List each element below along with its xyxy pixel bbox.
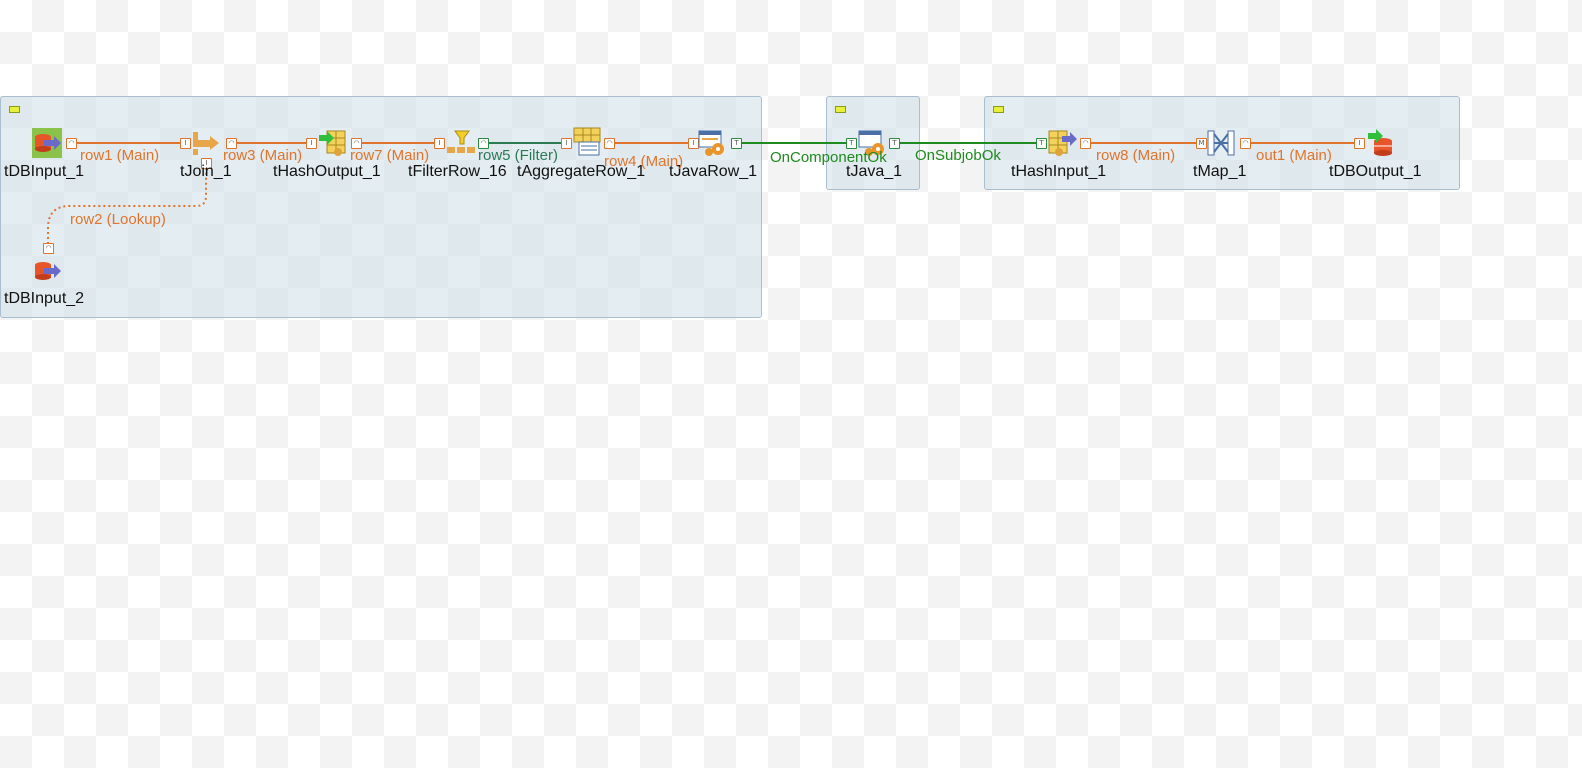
link-label: row2 (Lookup) xyxy=(70,211,166,228)
component-label: tDBOutput_1 xyxy=(1329,163,1422,180)
link-label: out1 (Main) xyxy=(1256,147,1332,164)
port[interactable]: ◠ xyxy=(43,243,54,254)
connections-layer xyxy=(47,142,1358,244)
link-label: OnSubjobOk xyxy=(915,147,1001,164)
link-label: row3 (Main) xyxy=(223,147,303,164)
thashoutput-1-icon[interactable] xyxy=(318,128,348,158)
link-label: OnComponentOk xyxy=(770,149,887,166)
link-label: row5 (Filter) xyxy=(478,147,559,164)
component-label: tFilterRow_16 xyxy=(408,163,507,180)
port[interactable]: I xyxy=(561,138,572,149)
port[interactable]: ◠ xyxy=(1240,138,1251,149)
port[interactable]: T xyxy=(731,138,742,149)
component-label: tDBInput_1 xyxy=(4,163,85,180)
port[interactable]: I xyxy=(1354,138,1365,149)
tdbinput-1-icon[interactable] xyxy=(32,128,62,158)
tjavarow-1-icon[interactable] xyxy=(698,128,728,158)
component-label: tMap_1 xyxy=(1193,163,1247,180)
component-label: tHashOutput_1 xyxy=(273,163,381,180)
thashinput-1-icon[interactable] xyxy=(1048,128,1078,158)
tdbinput-2-icon[interactable] xyxy=(32,256,62,286)
component-label: tJoin_1 xyxy=(180,163,232,180)
port[interactable]: I xyxy=(434,138,445,149)
component-label: tHashInput_1 xyxy=(1011,163,1107,180)
tdboutput-1-icon[interactable] xyxy=(1366,128,1396,158)
tfilterrow-16-icon[interactable] xyxy=(446,128,476,158)
port[interactable]: T xyxy=(889,138,900,149)
link-label: row4 (Main) xyxy=(604,153,684,170)
tmap-1-icon[interactable] xyxy=(1206,128,1236,158)
port[interactable]: ◠ xyxy=(1080,138,1091,149)
port[interactable]: I xyxy=(306,138,317,149)
port[interactable]: ◠ xyxy=(604,138,615,149)
port[interactable]: T xyxy=(1036,138,1047,149)
port[interactable]: ◠ xyxy=(66,138,77,149)
port[interactable]: T xyxy=(846,138,857,149)
link-label: row1 (Main) xyxy=(80,147,160,164)
component-label: tDBInput_2 xyxy=(4,290,85,307)
link-label: row8 (Main) xyxy=(1096,147,1176,164)
link-label: row7 (Main) xyxy=(350,147,430,164)
taggregaterow-1-icon[interactable] xyxy=(573,126,603,156)
tjoin-1-icon[interactable] xyxy=(190,128,220,158)
